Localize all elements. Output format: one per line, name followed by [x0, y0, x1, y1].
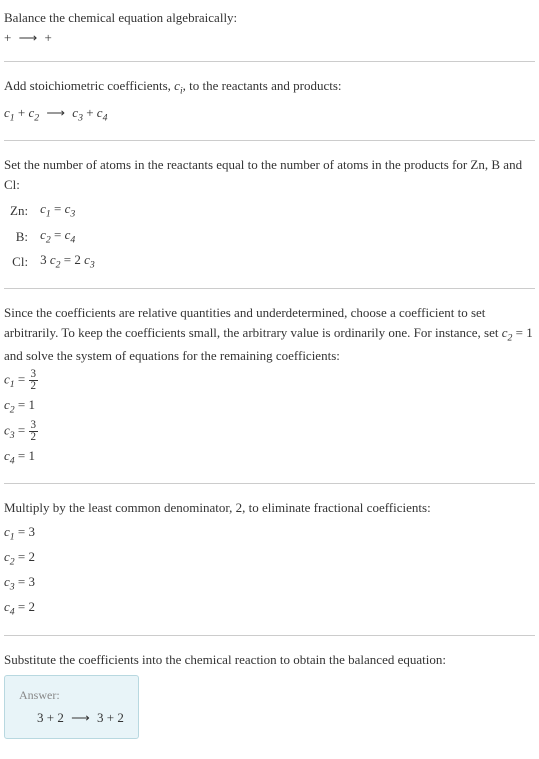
- coef-eq: = 1: [15, 397, 35, 412]
- coef-eq: = 3: [15, 574, 35, 589]
- atoms-rhs-sub: 3: [90, 259, 95, 270]
- stoich-text-part1: Add stoichiometric coefficients,: [4, 78, 174, 93]
- divider: [4, 288, 535, 289]
- coef-line: c3 = 3: [4, 572, 535, 595]
- coef-eq: = 3: [15, 524, 35, 539]
- coef-eq: = 2: [15, 599, 35, 614]
- multiply-section: Multiply by the least common denominator…: [4, 498, 535, 620]
- atoms-eq: c1 = c3: [34, 198, 101, 223]
- coef-line: c1 = 32: [4, 369, 535, 393]
- atoms-row-zn: Zn: c1 = c3: [4, 198, 101, 223]
- intro-eq-left: +: [4, 30, 15, 45]
- underdetermined-section: Since the coefficients are relative quan…: [4, 303, 535, 469]
- divider: [4, 140, 535, 141]
- frac-den: 2: [29, 381, 39, 392]
- atoms-label: B:: [4, 224, 34, 249]
- atoms-eq-sign: =: [51, 201, 65, 216]
- substitute-section: Substitute the coefficients into the che…: [4, 650, 535, 739]
- atoms-label: Cl:: [4, 249, 34, 274]
- intro-equation: + ⟶ +: [4, 28, 535, 48]
- intro-eq-right: +: [41, 30, 52, 45]
- underdetermined-text: Since the coefficients are relative quan…: [4, 303, 535, 365]
- atoms-lhs-pre: 3: [40, 252, 50, 267]
- multiply-coefs: c1 = 3 c2 = 2 c3 = 3 c4 = 2: [4, 522, 535, 621]
- atoms-label: Zn:: [4, 198, 34, 223]
- coef-eq: =: [15, 372, 29, 387]
- fraction: 32: [29, 369, 39, 392]
- under-text1: Since the coefficients are relative quan…: [4, 305, 502, 340]
- atoms-table: Zn: c1 = c3 B: c2 = c4 Cl: 3 c2 = 2 c3: [4, 198, 101, 274]
- divider: [4, 483, 535, 484]
- divider: [4, 635, 535, 636]
- intro-line1: Balance the chemical equation algebraica…: [4, 8, 535, 28]
- answer-content: 3 + 2 ⟶ 3 + 2: [19, 708, 124, 728]
- stoich-section: Add stoichiometric coefficients, ci, to …: [4, 76, 535, 126]
- coef-eq: = 1: [15, 448, 35, 463]
- coef-eq: =: [15, 423, 29, 438]
- multiply-text: Multiply by the least common denominator…: [4, 498, 535, 518]
- atoms-text: Set the number of atoms in the reactants…: [4, 155, 535, 194]
- stoich-c4-sub: 4: [103, 113, 108, 124]
- atoms-section: Set the number of atoms in the reactants…: [4, 155, 535, 274]
- answer-box: Answer: 3 + 2 ⟶ 3 + 2: [4, 675, 139, 739]
- atoms-eq: 3 c2 = 2 c3: [34, 249, 101, 274]
- coef-line: c4 = 1: [4, 446, 535, 469]
- divider: [4, 61, 535, 62]
- answer-right: 3 + 2: [94, 710, 124, 725]
- atoms-eq-sign: =: [51, 227, 65, 242]
- stoich-plus1: +: [15, 105, 29, 120]
- stoich-plus2: +: [83, 105, 97, 120]
- coef-line: c3 = 32: [4, 420, 535, 444]
- atoms-eq-sign: =: [60, 252, 74, 267]
- atoms-row-cl: Cl: 3 c2 = 2 c3: [4, 249, 101, 274]
- coef-line: c4 = 2: [4, 597, 535, 620]
- answer-label: Answer:: [19, 686, 124, 704]
- arrow-icon: ⟶: [67, 710, 94, 725]
- under-coefs: c1 = 32 c2 = 1 c3 = 32 c4 = 1: [4, 369, 535, 469]
- coef-line: c1 = 3: [4, 522, 535, 545]
- atoms-rhs-pre: 2: [74, 252, 84, 267]
- atoms-rhs-sub: 3: [70, 209, 75, 220]
- frac-den: 2: [29, 432, 39, 443]
- fraction: 32: [29, 420, 39, 443]
- intro-section: Balance the chemical equation algebraica…: [4, 8, 535, 47]
- coef-line: c2 = 2: [4, 547, 535, 570]
- stoich-text-part2: , to the reactants and products:: [183, 78, 342, 93]
- atoms-rhs-sub: 4: [70, 234, 75, 245]
- coef-eq: = 2: [15, 549, 35, 564]
- atoms-eq: c2 = c4: [34, 224, 101, 249]
- atoms-row-b: B: c2 = c4: [4, 224, 101, 249]
- stoich-text: Add stoichiometric coefficients, ci, to …: [4, 76, 535, 99]
- stoich-equation: c1 + c2 ⟶ c3 + c4: [4, 103, 535, 126]
- arrow-icon: ⟶: [42, 105, 69, 120]
- coef-line: c2 = 1: [4, 395, 535, 418]
- answer-left: 3 + 2: [37, 710, 67, 725]
- substitute-text: Substitute the coefficients into the che…: [4, 650, 535, 670]
- stoich-c2-sub: 2: [34, 113, 39, 124]
- arrow-icon: ⟶: [15, 30, 42, 45]
